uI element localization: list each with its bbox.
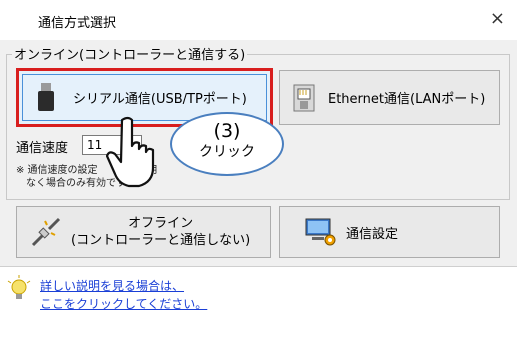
lightbulb-icon (7, 275, 31, 299)
callout-text: クリック (199, 144, 255, 160)
dialog-title: 通信方式選択 (38, 16, 117, 31)
ethernet-label: Ethernet通信(LANポート) (328, 92, 486, 107)
hand-pointer-icon (106, 116, 155, 188)
comm-settings-label: 通信設定 (346, 226, 399, 242)
comm-settings-button[interactable]: 通信設定 (279, 206, 500, 258)
offline-text: オフライン (コントローラーと通信しない) (71, 215, 250, 249)
help-link-line-2[interactable]: ここをクリックしてください。 (40, 295, 207, 312)
title-bar: 通信方式選択 × (0, 0, 517, 40)
offline-label-2: (コントローラーと通信しない) (71, 233, 251, 248)
close-icon[interactable]: × (490, 8, 505, 29)
dialog-window: 通信方式選択 × オンライン(コントローラーと通信する) シリアル通信(USB/… (0, 0, 517, 338)
offline-label-1: オフライン (128, 216, 194, 231)
callout-number: (3) (213, 120, 241, 142)
click-callout: (3) クリック (170, 112, 284, 176)
help-bar: 詳しい説明を見る場合は、 ここをクリックしてください。 (0, 266, 517, 338)
offline-button[interactable]: オフライン (コントローラーと通信しない) (16, 206, 271, 258)
help-link-line-1[interactable]: 詳しい説明を見る場合は、 (40, 277, 184, 294)
speed-label: 通信速度 (16, 141, 69, 156)
computer-settings-icon (305, 218, 336, 246)
unplugged-icon (31, 217, 61, 247)
ethernet-port-icon (293, 84, 315, 111)
online-group-label: オンライン(コントローラーと通信する) (12, 44, 248, 63)
ethernet-button[interactable]: Ethernet通信(LANポート) (279, 70, 500, 125)
